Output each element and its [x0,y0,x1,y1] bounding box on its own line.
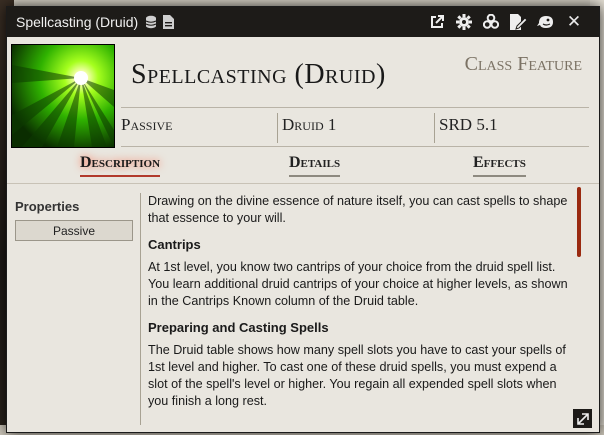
feature-image[interactable] [11,44,115,148]
dragon-token-icon[interactable] [537,13,555,31]
attribute-requirement[interactable]: Druid 1 [282,115,336,135]
sheet-tabs: Description Details Effects [7,154,599,182]
properties-sidebar: Properties Passive [15,199,135,241]
section-heading: Preparing and Casting Spells [148,320,329,335]
attribute-divider [434,113,435,143]
external-link-icon[interactable] [428,13,446,31]
attribute-divider [277,113,278,143]
section-heading: Cantrips [148,237,201,252]
attribute-source[interactable]: SRD 5.1 [439,115,498,135]
sheet-header: Spellcasting (Druid) Class Feature Passi… [7,37,599,149]
description-intro: Drawing on the divine essence of nature … [148,194,568,225]
biohazard-icon[interactable] [482,13,500,31]
close-icon[interactable]: ✕ [565,12,583,32]
item-sheet-window: Spellcasting (Druid) ✕ Spellcasting (Dru… [6,6,600,433]
tab-effects[interactable]: Effects [473,154,526,177]
section-text: The Druid table shows how many spell slo… [148,343,566,408]
description-scrollbar[interactable] [577,187,581,257]
attribute-activation: Passive [121,115,173,134]
database-icon[interactable] [144,15,157,29]
document-icon[interactable] [162,15,175,29]
tab-details[interactable]: Details [289,154,341,177]
property-tag: Passive [15,220,133,241]
resize-handle-icon[interactable] [573,409,592,428]
window-titlebar[interactable]: Spellcasting (Druid) ✕ [7,7,599,37]
header-divider-bottom [121,146,589,147]
properties-title: Properties [15,199,80,214]
edit-sheet-icon[interactable] [509,13,527,31]
sidebar-divider [140,193,141,425]
section-text: At 1st level, you know two cantrips of y… [148,260,568,308]
tabs-divider [7,183,599,184]
description-content[interactable]: Drawing on the divine essence of nature … [148,193,576,425]
window-title: Spellcasting (Druid) [16,14,139,30]
item-name[interactable]: Spellcasting (Druid) [131,59,386,91]
item-category: Class Feature [464,53,582,75]
header-divider [121,107,589,108]
gear-icon[interactable] [455,13,473,31]
tab-description[interactable]: Description [80,154,161,177]
